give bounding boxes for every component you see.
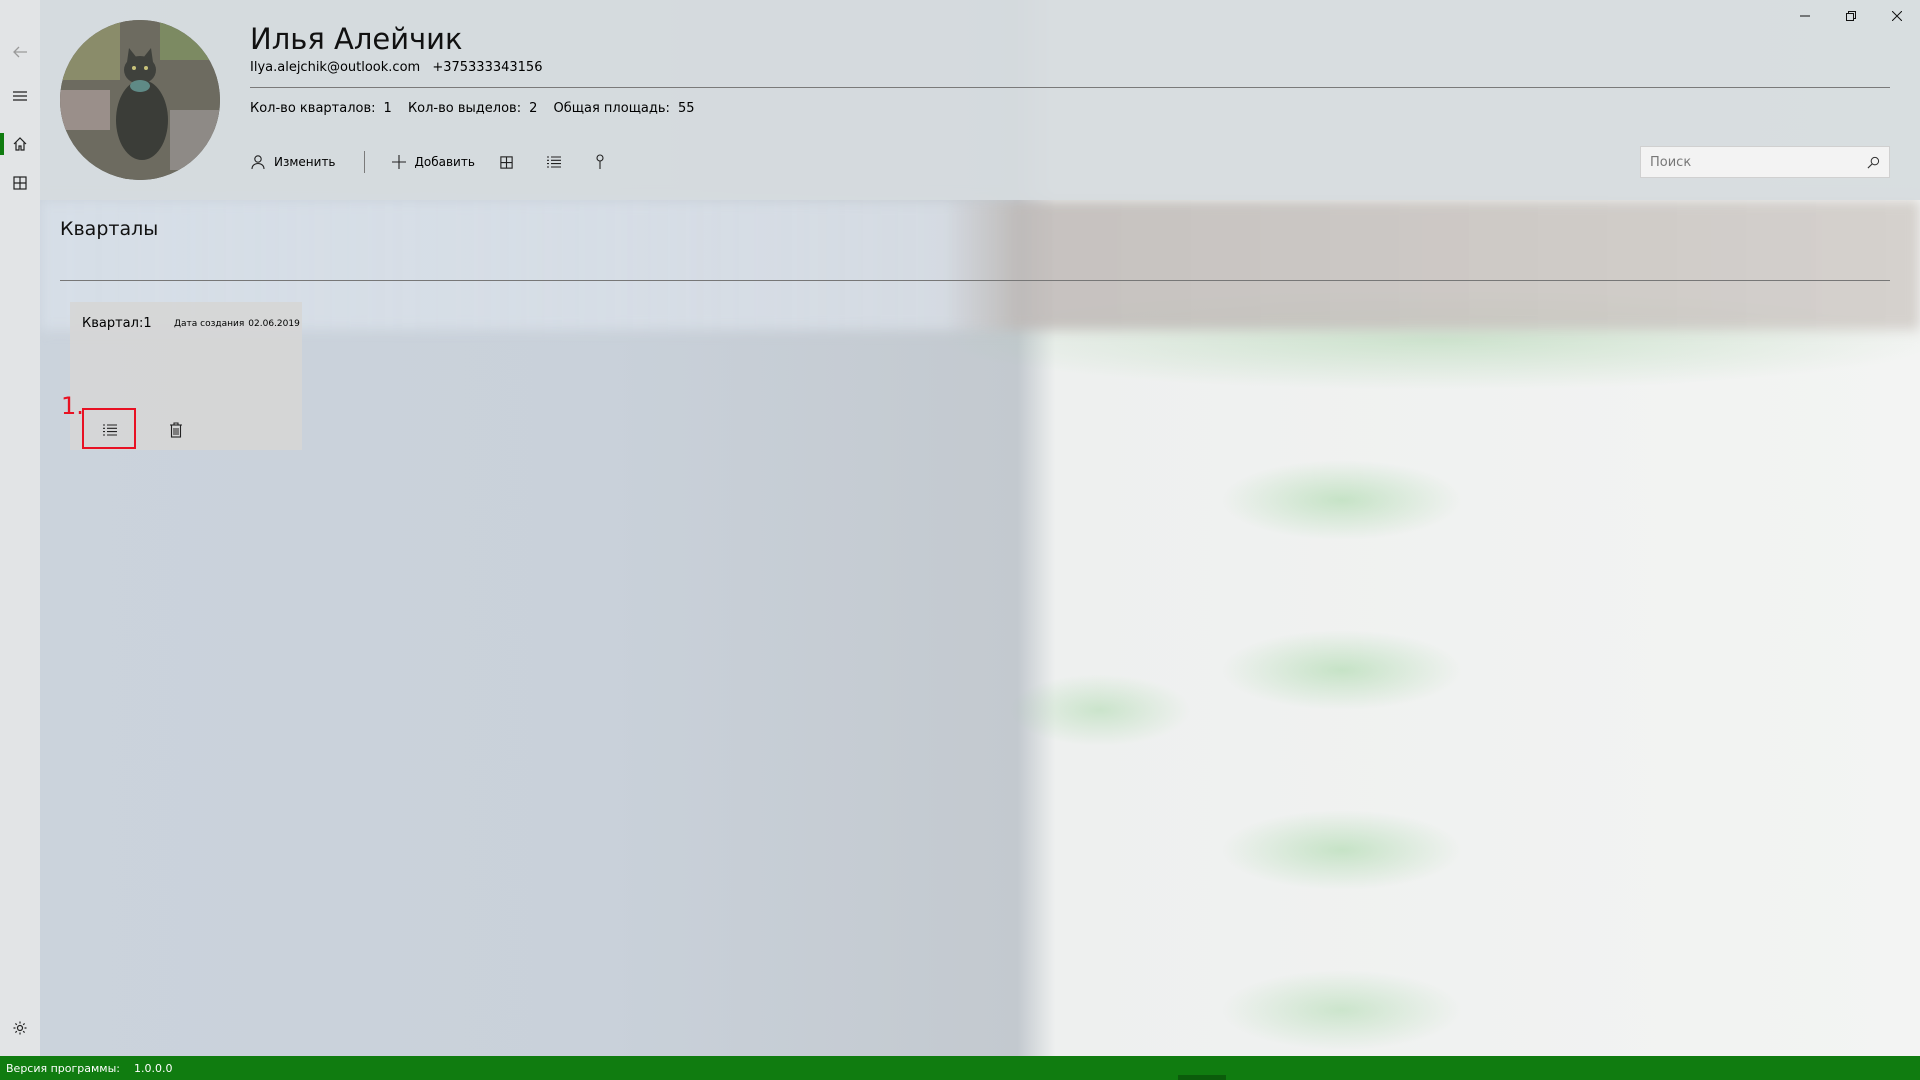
search-icon[interactable] bbox=[1867, 156, 1880, 169]
search-box[interactable] bbox=[1640, 146, 1890, 178]
nav-item-home[interactable] bbox=[0, 124, 40, 164]
grid-icon bbox=[500, 155, 513, 169]
hamburger-menu-button[interactable] bbox=[0, 76, 40, 116]
edit-button[interactable]: Изменить bbox=[250, 150, 336, 174]
total-area-label: Общая площадь: bbox=[553, 101, 670, 116]
user-name: Илья Алейчик bbox=[250, 22, 463, 56]
status-bar: Версия программы: 1.0.0.0 bbox=[0, 1056, 1920, 1080]
navigation-rail bbox=[0, 0, 40, 1056]
back-arrow-icon bbox=[13, 46, 27, 58]
avatar bbox=[60, 20, 220, 180]
back-button[interactable] bbox=[0, 32, 40, 72]
list-view-button[interactable] bbox=[546, 150, 562, 174]
plus-icon bbox=[391, 155, 406, 169]
grid-view-button[interactable] bbox=[499, 150, 514, 174]
restore-button[interactable] bbox=[1828, 0, 1874, 32]
pin-icon bbox=[596, 154, 604, 169]
hamburger-icon bbox=[13, 91, 27, 101]
map-pin-button[interactable] bbox=[594, 150, 606, 174]
annotation-highlight-box bbox=[82, 408, 136, 449]
user-stats: Кол-во кварталов: 1 Кол-во выделов: 2 Обща… bbox=[250, 101, 706, 116]
version-value: 1.0.0.0 bbox=[134, 1061, 173, 1075]
header-divider bbox=[250, 87, 1890, 88]
total-area-value: 55 bbox=[677, 101, 695, 116]
add-button[interactable]: Добавить bbox=[391, 150, 475, 174]
edit-button-label: Изменить bbox=[274, 155, 336, 169]
user-phone: +375333343156 bbox=[432, 60, 543, 75]
user-email: Ilya.alejchik@outlook.com bbox=[250, 60, 421, 75]
settings-button[interactable] bbox=[0, 1008, 40, 1048]
nav-item-grid[interactable] bbox=[0, 163, 40, 203]
restore-icon bbox=[1846, 11, 1856, 21]
close-button[interactable] bbox=[1874, 0, 1920, 32]
add-button-label: Добавить bbox=[414, 155, 475, 169]
annotation-marker: 1. bbox=[61, 392, 84, 420]
block-card-date: Дата создания 02.06.2019 bbox=[174, 319, 304, 329]
page-title: Кварталы bbox=[60, 218, 159, 240]
toolbar: Изменить Добавить bbox=[250, 150, 638, 174]
block-card-date-label: Дата создания bbox=[174, 319, 245, 329]
minimize-icon bbox=[1800, 15, 1810, 17]
block-card-title: Квартал:1 bbox=[82, 316, 152, 331]
grid-icon bbox=[13, 176, 27, 190]
delete-block-button[interactable] bbox=[150, 410, 202, 450]
block-card-date-value: 02.06.2019 bbox=[248, 319, 300, 329]
home-icon bbox=[13, 137, 27, 151]
plots-count-value: 2 bbox=[529, 101, 538, 116]
search-input[interactable] bbox=[1650, 154, 1850, 170]
minimize-button[interactable] bbox=[1782, 0, 1828, 32]
blocks-count-value: 1 bbox=[383, 101, 392, 116]
trash-icon bbox=[170, 422, 182, 438]
user-contacts: Ilya.alejchik@outlook.com +375333343156 bbox=[250, 60, 550, 75]
version-label: Версия программы: bbox=[6, 1061, 121, 1075]
background-blur bbox=[40, 200, 1920, 330]
gear-icon bbox=[13, 1021, 27, 1035]
plots-count-label: Кол-во выделов: bbox=[407, 101, 522, 116]
section-divider bbox=[60, 280, 1890, 281]
close-icon bbox=[1892, 11, 1902, 21]
person-icon bbox=[251, 155, 265, 170]
list-icon bbox=[546, 156, 561, 168]
blocks-count-label: Кол-во кварталов: bbox=[250, 101, 376, 116]
status-bar-grip bbox=[1178, 1075, 1226, 1080]
toolbar-separator bbox=[363, 151, 365, 173]
